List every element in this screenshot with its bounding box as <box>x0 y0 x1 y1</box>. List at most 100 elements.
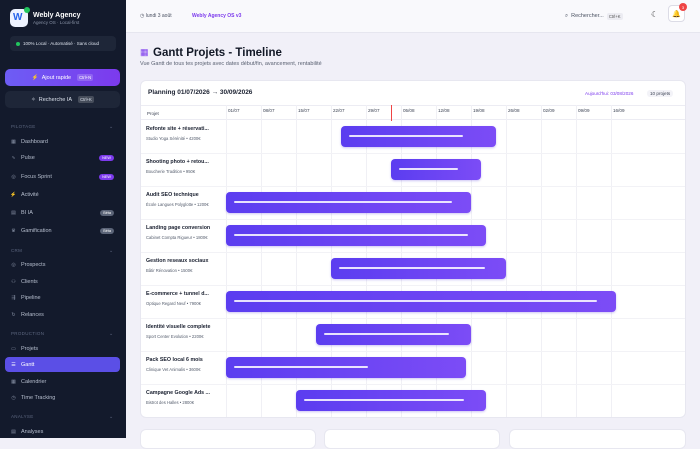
project-client: Cabinet Compta Rigueur • 1800€ <box>146 235 208 240</box>
project-client: Optique Regard Neuf • 7900€ <box>146 301 202 306</box>
quick-add-button[interactable]: ⚡ Ajout rapide Ctrl+N <box>5 69 120 86</box>
sidebar-item-prospects[interactable]: ◎ Prospects <box>5 257 120 272</box>
gantt-bar[interactable] <box>341 126 496 147</box>
gantt-row: Campagne Google Ads ... Bistrot des Halle… <box>141 385 685 417</box>
project-name[interactable]: Landing page conversion <box>146 225 220 231</box>
clock-icon: ◷ <box>140 13 145 19</box>
sidebar-item-label: Projets <box>21 345 39 352</box>
project-name[interactable]: Shooting photo + retou... <box>146 159 220 165</box>
chart-icon: ▤ <box>11 428 16 435</box>
pipeline-icon: ⇶ <box>11 294 16 301</box>
sidebar-item-label: Prospects <box>21 261 46 268</box>
sidebar: W Webly Agency Agency OS · Local-first 1… <box>0 0 126 438</box>
bolt-icon: ⚡ <box>31 74 39 81</box>
project-client: École Langues Polyglotte • 1200€ <box>146 202 209 207</box>
sidebar-item-dashboard[interactable]: ▦ Dashboard <box>5 134 120 149</box>
sidebar-item-activit-[interactable]: ⚡ Activité <box>5 187 120 202</box>
sidebar-item-label: Dashboard <box>21 138 48 145</box>
sidebar-item-gantt[interactable]: ☰ Gantt <box>5 357 120 372</box>
gantt-row: E-commerce + tunnel d... Optique Regard N… <box>141 286 685 319</box>
sidebar-item-label: Time Tracking <box>21 394 56 401</box>
gantt-icon: ☰ <box>11 361 16 368</box>
gantt-bar[interactable] <box>226 291 616 312</box>
summary-card <box>509 429 686 449</box>
summary-card <box>140 429 316 449</box>
sidebar-item-pulse[interactable]: ∿ Pulse NEW <box>5 150 120 165</box>
today-marker <box>391 105 393 121</box>
project-name[interactable]: Refonte site + réservati... <box>146 126 220 132</box>
sidebar-item-time-tracking[interactable]: ◷ Time Tracking <box>5 390 120 405</box>
timeline-tick-label: 15/07 <box>298 108 310 113</box>
sidebar-item-relances[interactable]: ↻ Relances <box>5 307 120 322</box>
gantt-bar[interactable] <box>226 192 471 213</box>
shortcut-badge: Ctrl+N <box>77 74 94 81</box>
sidebar-item-bi-ia[interactable]: ▤ BI IA Bêta <box>5 205 120 220</box>
chevron-down-icon[interactable]: ⌄ <box>109 124 113 130</box>
timeline-tick-label: 19/08 <box>473 108 485 113</box>
gantt-bar[interactable] <box>331 258 506 279</box>
gantt-bar[interactable] <box>296 390 486 411</box>
nav-section-label: ANALYSE <box>11 414 34 419</box>
breadcrumb[interactable]: Webly Agency OS v3 <box>192 13 241 19</box>
sidebar-item-focus-sprint[interactable]: ◎ Focus Sprint NEW <box>5 169 120 184</box>
chevron-down-icon[interactable]: ⌄ <box>109 331 113 337</box>
project-name[interactable]: Gestion reseaux sociaux <box>146 258 220 264</box>
gantt-bar[interactable] <box>316 324 471 345</box>
project-name[interactable]: Audit SEO technique <box>146 192 220 198</box>
gantt-row: Pack SEO local 6 mois Clinique Vet Animal… <box>141 352 685 385</box>
gantt-bar[interactable] <box>226 357 466 378</box>
gantt-row: Audit SEO technique École Langues Polyglo… <box>141 187 685 220</box>
theme-toggle-moon-icon[interactable]: ☾ <box>651 10 658 19</box>
nav-badge: NEW <box>99 154 114 161</box>
ai-search-button[interactable]: ✧ Recherche IA Ctrl+K <box>5 91 120 108</box>
target-icon: ◎ <box>11 261 16 268</box>
sidebar-item-analyses[interactable]: ▤ Analyses <box>5 424 120 439</box>
sidebar-item-projets[interactable]: ▭ Projets <box>5 341 120 356</box>
sidebar-item-clients[interactable]: ⚇ Clients <box>5 274 120 289</box>
users-icon: ⚇ <box>11 278 16 285</box>
progress-fill <box>234 234 469 236</box>
notification-count: 3 <box>679 3 687 11</box>
nav-section-label: PRODUCTION <box>11 331 45 336</box>
project-column-header: Projet <box>147 111 159 116</box>
project-name[interactable]: E-commerce + tunnel d... <box>146 291 220 297</box>
gantt-row: Gestion reseaux sociaux Bâtir Rénovation … <box>141 253 685 286</box>
notifications-button[interactable]: 🔔 3 <box>668 3 687 22</box>
project-name[interactable]: Pack SEO local 6 mois <box>146 357 220 363</box>
progress-fill <box>234 300 597 302</box>
gantt-row: Refonte site + réservati... Studio Yoga S… <box>141 121 685 154</box>
chevron-down-icon[interactable]: ⌄ <box>109 248 113 254</box>
sparkle-icon: ✧ <box>31 96 36 103</box>
project-name[interactable]: Identité visuelle complete <box>146 324 220 330</box>
progress-fill <box>339 267 486 269</box>
sidebar-item-pipeline[interactable]: ⇶ Pipeline <box>5 290 120 305</box>
sidebar-item-label: Relances <box>21 311 44 318</box>
timeline-tick-label: 09/09 <box>578 108 590 113</box>
brand[interactable]: W Webly Agency Agency OS · Local-first <box>10 7 80 27</box>
sidebar-item-label: Pipeline <box>21 294 41 301</box>
sidebar-item-label: Activité <box>21 191 39 198</box>
target-icon: ◎ <box>11 173 16 180</box>
timeline-tick-label: 16/09 <box>613 108 625 113</box>
topbar: ◷ lundi 3 août Webly Agency OS v3 ⌕ Reche… <box>126 0 700 33</box>
gantt-bar[interactable] <box>391 159 481 180</box>
timeline-tick-label: 29/07 <box>368 108 380 113</box>
summary-card <box>324 429 500 449</box>
gantt-bar[interactable] <box>226 225 486 246</box>
sidebar-item-gamification[interactable]: ♛ Gamification Bêta <box>5 223 120 238</box>
sidebar-item-label: BI IA <box>21 209 33 216</box>
gantt-row: Identité visuelle complete Sport Center E… <box>141 319 685 352</box>
timeline-tick-label: 05/08 <box>403 108 415 113</box>
chevron-down-icon[interactable]: ⌄ <box>109 414 113 420</box>
project-name[interactable]: Campagne Google Ads ... <box>146 390 220 396</box>
page-subtitle: Vue Gantt de tous tes projets avec dates… <box>140 61 322 67</box>
clock-icon: ◷ <box>11 394 16 401</box>
global-search[interactable]: ⌕ Rechercher... Ctrl+K <box>560 8 638 24</box>
planning-label: Planning 01/07/2026 → 30/09/2026 <box>148 89 253 96</box>
timeline-tick-label: 01/07 <box>228 108 240 113</box>
chart-icon: ▤ <box>11 209 16 216</box>
sidebar-item-label: Calendrier <box>21 378 47 385</box>
sidebar-item-label: Gantt <box>21 361 35 368</box>
sidebar-item-calendrier[interactable]: ▦ Calendrier <box>5 374 120 389</box>
status-pill: 100% Local · Automatisé · Sans cloud <box>10 36 116 51</box>
